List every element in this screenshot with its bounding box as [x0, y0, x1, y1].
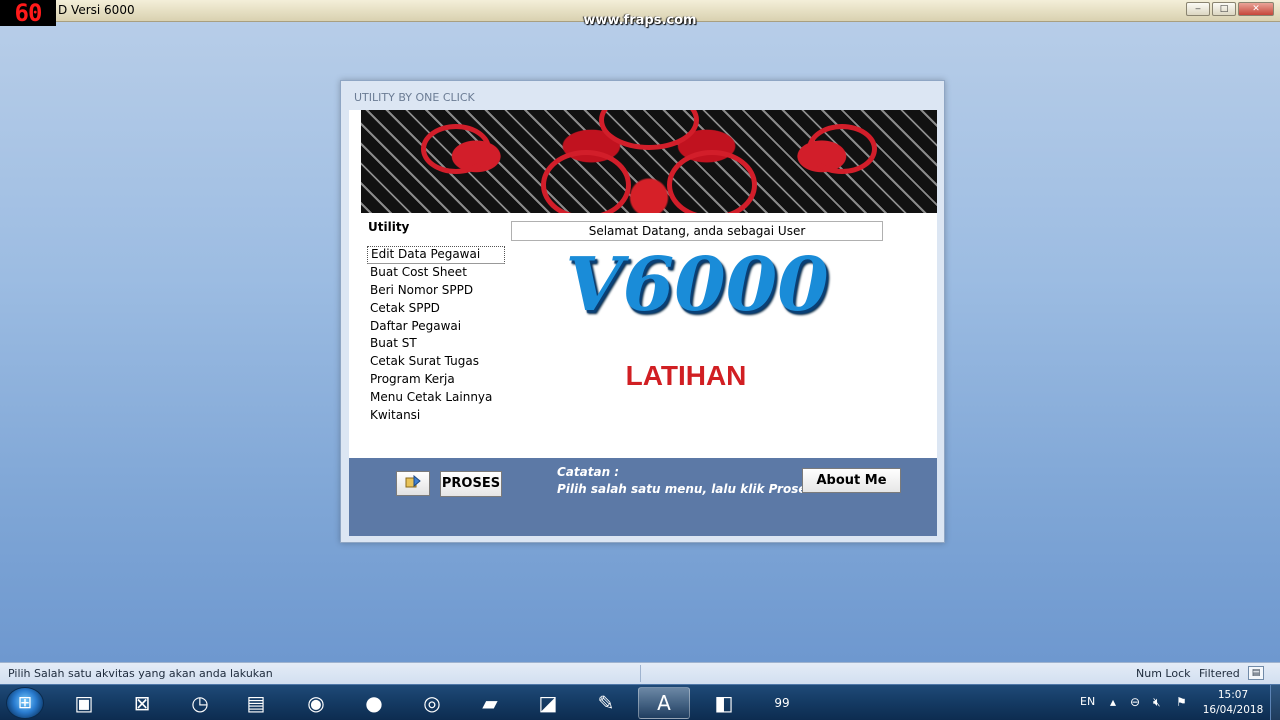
taskbar-button-media-center[interactable]: ▣ — [58, 687, 110, 719]
menu-item-beri-nomor-sppd[interactable]: Beri Nomor SPPD — [367, 282, 505, 300]
taskbar-button-windows-tool[interactable]: ◪ — [522, 687, 574, 719]
status-divider — [640, 665, 641, 682]
folder-icon: ▰ — [482, 691, 498, 715]
clock-date: 16/04/2018 — [1202, 704, 1264, 716]
taskbar-button-explorer[interactable]: ▤ — [230, 687, 282, 719]
taskbar-button-network-app[interactable]: ⊠ — [116, 687, 168, 719]
program-icon: ◧ — [714, 691, 734, 715]
firefox-icon: ● — [365, 691, 383, 715]
taskbar-button-folder[interactable]: ▰ — [464, 687, 516, 719]
show-desktop-button[interactable] — [1270, 685, 1280, 720]
paint-icon: ✎ — [597, 691, 615, 715]
clock-app-icon: ◷ — [191, 691, 209, 715]
fraps-watermark: www.fraps.com — [583, 13, 697, 28]
numlock-indicator: Num Lock — [1136, 667, 1191, 680]
menu-item-cetak-sppd[interactable]: Cetak SPPD — [367, 300, 505, 318]
network-icon[interactable]: ⊖ — [1130, 695, 1140, 709]
menu-item-buat-cost-sheet[interactable]: Buat Cost Sheet — [367, 264, 505, 282]
run-icon — [405, 474, 421, 493]
dialog-body: Utility Edit Data Pegawai Buat Cost Shee… — [349, 110, 937, 536]
menu-item-daftar-pegawai[interactable]: Daftar Pegawai — [367, 318, 505, 336]
proses-button[interactable]: PROSES — [440, 471, 502, 497]
action-panel: PROSES Catatan : Pilih salah satu menu, … — [349, 458, 937, 536]
taskbar-button-firefox[interactable]: ● — [348, 687, 400, 719]
windows-taskbar: ⊞ ▣ ⊠ ◷ ▤ ◉ ● ◎ ▰ ◪ ✎ A ◧ 99 EN ▴ ⊖ 🔇︎ ⚑ 15:07 16/04… — [0, 684, 1280, 720]
access-icon: A — [657, 691, 671, 715]
utility-menu-list: Edit Data Pegawai Buat Cost Sheet Beri N… — [367, 246, 505, 425]
note-title: Catatan : — [557, 465, 620, 479]
taskbar-button-paint[interactable]: ✎ — [580, 687, 632, 719]
taskbar-button-green-app[interactable]: ◉ — [290, 687, 342, 719]
menu-item-kwitansi[interactable]: Kwitansi — [367, 407, 505, 425]
windows-tool-icon: ◪ — [538, 691, 558, 715]
fraps-icon: 99 — [774, 696, 790, 710]
media-center-icon: ▣ — [74, 691, 94, 715]
menu-item-buat-st[interactable]: Buat ST — [367, 335, 505, 353]
dayak-banner-image — [361, 110, 937, 213]
utility-dialog: UTILITY BY ONE CLICK Utility Edit Data P… — [340, 80, 945, 543]
utility-heading: Utility — [368, 220, 410, 234]
v6000-logo: V6000 — [565, 242, 829, 328]
volume-muted-icon[interactable]: 🔇︎ — [1153, 695, 1161, 710]
menu-item-program-kerja[interactable]: Program Kerja — [367, 371, 505, 389]
system-clock[interactable]: 15:07 16/04/2018 — [1196, 688, 1270, 718]
menu-item-menu-cetak-lainnya[interactable]: Menu Cetak Lainnya — [367, 389, 505, 407]
language-indicator[interactable]: EN — [1080, 695, 1095, 708]
chrome-icon: ◎ — [423, 691, 441, 715]
tray-expand-icon[interactable]: ▴ — [1110, 695, 1116, 709]
taskbar-button-program[interactable]: ◧ — [698, 687, 750, 719]
form-view-icon[interactable]: ▤ — [1248, 666, 1264, 680]
filtered-indicator: Filtered — [1199, 667, 1240, 680]
about-me-button[interactable]: About Me — [802, 468, 901, 493]
mode-label: LATIHAN — [625, 360, 747, 391]
menu-item-cetak-surat-tugas[interactable]: Cetak Surat Tugas — [367, 353, 505, 371]
note-text: Pilih salah satu menu, lalu klik Proses — [557, 482, 814, 496]
dialog-title: UTILITY BY ONE CLICK — [354, 91, 475, 104]
status-message: Pilih Salah satu akvitas yang akan anda … — [8, 667, 273, 680]
run-icon-button[interactable] — [396, 471, 430, 496]
taskbar-button-chrome[interactable]: ◎ — [406, 687, 458, 719]
clock-time: 15:07 — [1217, 689, 1249, 701]
explorer-icon: ▤ — [246, 691, 266, 715]
taskbar-button-clock-app[interactable]: ◷ — [174, 687, 226, 719]
status-bar: Pilih Salah satu akvitas yang akan anda … — [0, 662, 1280, 684]
taskbar-button-access[interactable]: A — [638, 687, 690, 719]
windows-logo-icon: ⊞ — [17, 693, 33, 713]
action-center-icon[interactable]: ⚑ — [1176, 695, 1187, 709]
start-button[interactable]: ⊞ — [6, 687, 44, 719]
green-app-icon: ◉ — [307, 691, 325, 715]
menu-item-edit-data-pegawai[interactable]: Edit Data Pegawai — [367, 246, 505, 264]
network-app-icon: ⊠ — [133, 691, 151, 715]
welcome-textbox: Selamat Datang, anda sebagai User — [511, 221, 883, 241]
taskbar-button-fraps[interactable]: 99 — [756, 687, 808, 719]
